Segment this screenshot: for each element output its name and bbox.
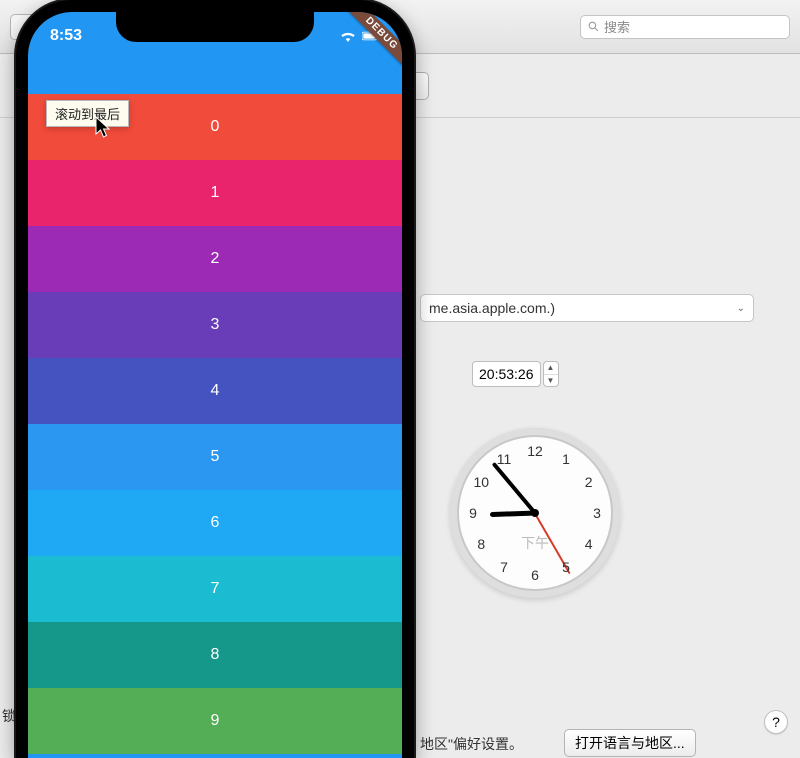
list-item[interactable]: 3	[28, 292, 402, 358]
clock-number: 8	[477, 536, 485, 552]
status-time: 8:53	[50, 27, 82, 45]
time-value: 20:53:26	[479, 366, 534, 382]
clock-number: 10	[474, 474, 490, 490]
time-server-value: me.asia.apple.com.)	[429, 300, 555, 316]
minute-hand	[492, 462, 537, 514]
clock-number: 6	[531, 567, 539, 583]
stepper-up[interactable]: ▲	[544, 362, 558, 375]
mouse-cursor-icon	[95, 116, 115, 140]
time-field[interactable]: 20:53:26	[472, 361, 541, 387]
device-notch	[116, 12, 314, 42]
list-item-label: 4	[211, 382, 220, 400]
help-button[interactable]: ?	[764, 710, 788, 734]
list-item[interactable]: 6	[28, 490, 402, 556]
list-item[interactable]: 5	[28, 424, 402, 490]
chevron-down-icon: ⌄	[737, 303, 745, 314]
list-item-label: 3	[211, 316, 220, 334]
wifi-icon	[339, 29, 357, 43]
search-input[interactable]: 搜索	[580, 15, 790, 39]
clock-number: 9	[469, 505, 477, 521]
hour-hand	[490, 511, 535, 518]
clock-number: 7	[500, 559, 508, 575]
list-item-label: 5	[211, 448, 220, 466]
stepper-down[interactable]: ▼	[544, 375, 558, 387]
footer-text: 地区"偏好设置。	[420, 734, 523, 754]
time-stepper-buttons: ▲ ▼	[543, 361, 559, 387]
clock-number: 4	[585, 536, 593, 552]
time-server-dropdown[interactable]: me.asia.apple.com.) ⌄	[420, 294, 754, 322]
clock-number: 3	[593, 505, 601, 521]
list-item-label: 6	[211, 514, 220, 532]
clock-number: 2	[585, 474, 593, 490]
list-item[interactable]: 8	[28, 622, 402, 688]
ampm-label: 下午	[521, 533, 549, 553]
list-item[interactable]: 7	[28, 556, 402, 622]
list-item-label: 1	[211, 184, 220, 202]
clock-number: 5	[562, 559, 570, 575]
search-icon	[587, 20, 600, 33]
analog-clock: 下午 121234567891011	[450, 428, 620, 598]
list-item[interactable]: 4	[28, 358, 402, 424]
list-item[interactable]: 1	[28, 160, 402, 226]
clock-number: 11	[497, 451, 512, 467]
list-item-label: 9	[211, 712, 220, 730]
list-item[interactable]: 2	[28, 226, 402, 292]
list-item-label: 0	[211, 118, 220, 136]
list-item-label: 2	[211, 250, 220, 268]
clock-number: 1	[562, 451, 570, 467]
list-item[interactable]: 9	[28, 688, 402, 754]
time-stepper: 20:53:26 ▲ ▼	[472, 361, 559, 387]
list-item-label: 7	[211, 580, 220, 598]
tooltip-scroll-to-end: 滚动到最后	[46, 100, 129, 127]
open-language-region-button[interactable]: 打开语言与地区...	[564, 729, 696, 757]
clock-number: 12	[527, 443, 543, 459]
search-placeholder: 搜索	[604, 17, 630, 36]
list-item-label: 8	[211, 646, 220, 664]
clock-pivot	[531, 509, 539, 517]
color-list[interactable]: 0 1 2 3 4 5 6 7 8 9	[28, 94, 402, 758]
